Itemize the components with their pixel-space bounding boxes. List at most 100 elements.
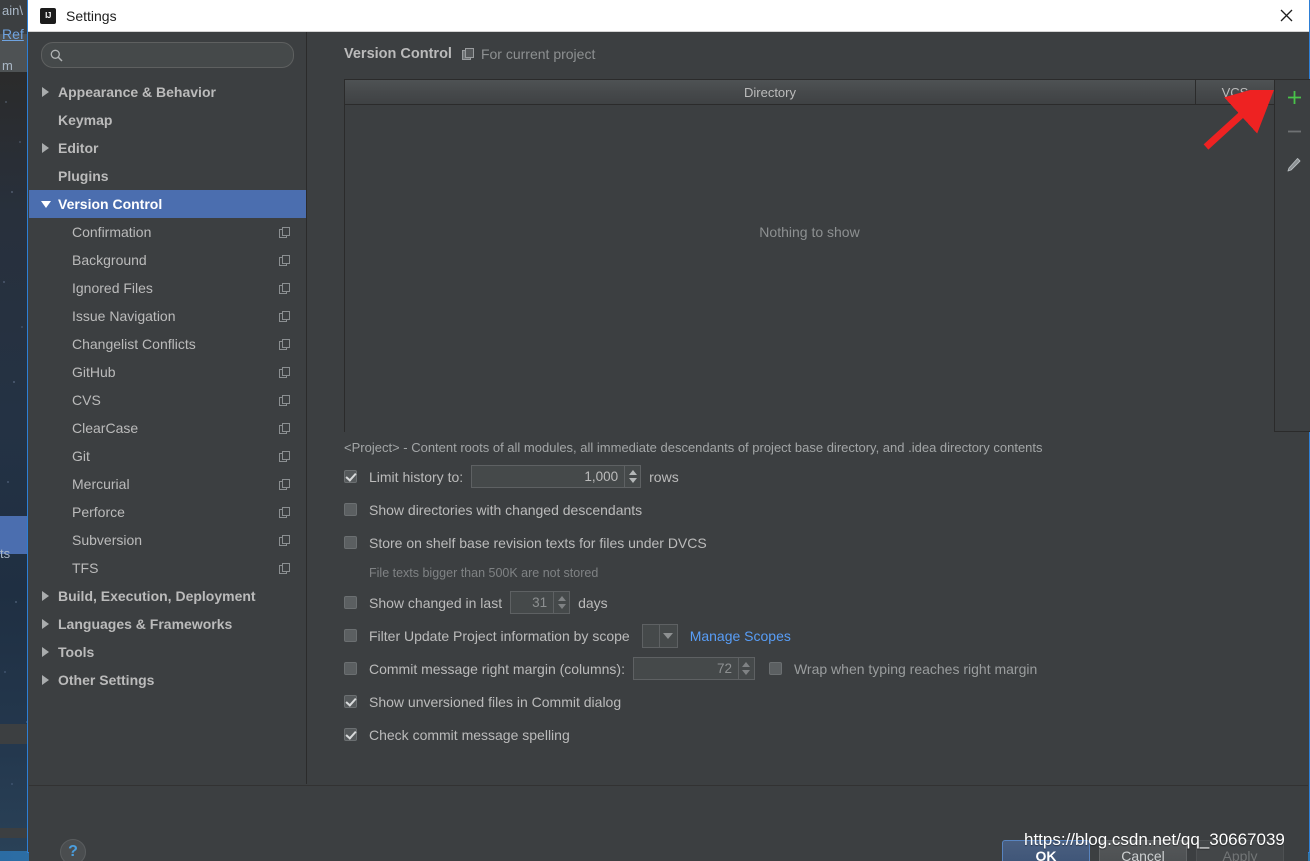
sidebar-item-git[interactable]: Git [29, 442, 306, 470]
watermark-url: https://blog.csdn.net/qq_30667039 [1024, 830, 1285, 849]
column-header-vcs[interactable]: VCS [1196, 80, 1274, 104]
sidebar-item-label: ClearCase [72, 420, 139, 436]
show-changed-descendants-label: Show directories with changed descendant… [369, 501, 643, 518]
chevron-up-icon[interactable] [557, 596, 566, 601]
edit-button[interactable] [1275, 151, 1310, 179]
sidebar-item-label: Perforce [72, 504, 125, 520]
sidebar-item-label: Confirmation [72, 224, 152, 240]
chevron-right-icon[interactable] [41, 646, 52, 658]
sidebar-item-label: Subversion [72, 532, 143, 548]
project-hint-text: <Project> - Content roots of all modules… [344, 440, 1043, 455]
filter-scope-checkbox[interactable] [344, 629, 357, 642]
table-toolbar [1275, 79, 1310, 432]
copy-settings-icon[interactable] [279, 310, 291, 326]
column-header-directory[interactable]: Directory [345, 80, 1196, 104]
wrap-typing-checkbox[interactable] [768, 662, 782, 675]
main-panel: Version Control For current project Dire… [307, 32, 1310, 784]
chevron-down-icon[interactable] [742, 670, 751, 675]
sidebar-item-appearance-behavior[interactable]: Appearance & Behavior [29, 78, 306, 106]
search-container [29, 32, 306, 68]
chevron-up-icon[interactable] [742, 662, 751, 667]
copy-settings-icon[interactable] [279, 254, 291, 270]
limit-history-value[interactable]: 1,000 [472, 466, 624, 487]
table-header-row: Directory VCS [345, 80, 1274, 105]
table-body[interactable]: Nothing to show [345, 105, 1274, 432]
copy-settings-icon[interactable] [279, 394, 291, 410]
sidebar-item-background[interactable]: Background [29, 246, 306, 274]
chevron-right-icon[interactable] [41, 86, 52, 98]
search-box[interactable] [41, 42, 294, 68]
copy-settings-icon[interactable] [279, 226, 291, 242]
sidebar-item-label: CVS [72, 392, 101, 408]
manage-scopes-link[interactable]: Manage Scopes [690, 628, 791, 644]
chevron-down-icon[interactable] [41, 199, 52, 210]
sidebar-item-label: Changelist Conflicts [72, 336, 196, 352]
chevron-down-icon[interactable] [658, 624, 677, 647]
show-changed-last-value[interactable]: 31 [511, 592, 553, 613]
scope-select[interactable] [641, 623, 678, 648]
sidebar-item-build-execution-deployment[interactable]: Build, Execution, Deployment [29, 582, 306, 610]
copy-settings-icon[interactable] [279, 450, 291, 466]
limit-history-suffix: rows [649, 468, 679, 485]
commit-margin-stepper[interactable]: 72 [632, 657, 755, 680]
chevron-down-icon[interactable] [628, 478, 637, 483]
sidebar-item-changelist-conflicts[interactable]: Changelist Conflicts [29, 330, 306, 358]
copy-settings-icon[interactable] [279, 534, 291, 550]
sidebar-item-keymap[interactable]: Keymap [29, 106, 306, 134]
copy-settings-icon[interactable] [279, 478, 291, 494]
sidebar-item-label: Issue Navigation [72, 308, 176, 324]
commit-margin-stepper-arrows[interactable] [737, 658, 754, 679]
chevron-right-icon[interactable] [41, 590, 52, 602]
copy-settings-icon[interactable] [279, 562, 291, 578]
ide-text-fragment-ts: ts [0, 546, 11, 561]
sidebar-item-confirmation[interactable]: Confirmation [29, 218, 306, 246]
add-button[interactable] [1275, 83, 1310, 111]
sidebar-item-editor[interactable]: Editor [29, 134, 306, 162]
show-changed-last-stepper-arrows[interactable] [553, 592, 569, 613]
sidebar-item-label: TFS [72, 560, 99, 576]
copy-settings-icon[interactable] [279, 366, 291, 382]
sidebar-item-other-settings[interactable]: Other Settings [29, 666, 306, 694]
page-subtitle: For current project [480, 46, 596, 62]
chevron-up-icon[interactable] [628, 470, 637, 475]
help-question-icon[interactable]: ? [60, 839, 86, 861]
wrap-typing-label: Wrap when typing reaches right margin [793, 660, 1038, 677]
sidebar-item-github[interactable]: GitHub [29, 358, 306, 386]
copy-settings-icon[interactable] [279, 338, 291, 354]
sidebar-item-perforce[interactable]: Perforce [29, 498, 306, 526]
sidebar-item-version-control[interactable]: Version Control [29, 190, 306, 218]
sidebar-item-languages-frameworks[interactable]: Languages & Frameworks [29, 610, 306, 638]
store-shelf-checkbox[interactable] [344, 536, 357, 549]
chevron-right-icon[interactable] [41, 674, 52, 686]
commit-margin-value[interactable]: 72 [634, 658, 738, 679]
copy-settings-icon[interactable] [279, 506, 291, 522]
sidebar-item-tfs[interactable]: TFS [29, 554, 306, 582]
close-icon[interactable] [1263, 0, 1309, 30]
copy-settings-icon[interactable] [279, 422, 291, 438]
sidebar-item-issue-navigation[interactable]: Issue Navigation [29, 302, 306, 330]
sidebar-item-plugins[interactable]: Plugins [29, 162, 306, 190]
search-input[interactable] [63, 44, 293, 66]
show-changed-last-stepper[interactable]: 31 [510, 591, 571, 614]
chevron-right-icon[interactable] [41, 618, 52, 630]
limit-history-stepper[interactable]: 1,000 [471, 465, 642, 488]
sidebar-item-cvs[interactable]: CVS [29, 386, 306, 414]
copy-settings-icon[interactable] [279, 282, 291, 298]
directory-table: Directory VCS Nothing to show [344, 79, 1275, 432]
show-changed-descendants-checkbox[interactable] [344, 503, 357, 516]
sidebar-item-tools[interactable]: Tools [29, 638, 306, 666]
sidebar-item-ignored-files[interactable]: Ignored Files [29, 274, 306, 302]
chevron-right-icon[interactable] [41, 142, 52, 154]
limit-history-checkbox[interactable] [344, 470, 357, 483]
sidebar-item-subversion[interactable]: Subversion [29, 526, 306, 554]
check-spelling-checkbox[interactable] [344, 728, 357, 741]
limit-history-stepper-arrows[interactable] [624, 466, 640, 487]
option-check-spelling: Check commit message spelling [344, 718, 1298, 751]
sidebar-item-mercurial[interactable]: Mercurial [29, 470, 306, 498]
sidebar-item-clearcase[interactable]: ClearCase [29, 414, 306, 442]
show-changed-last-checkbox[interactable] [344, 596, 357, 609]
show-unversioned-checkbox[interactable] [344, 695, 357, 708]
commit-margin-checkbox[interactable] [344, 662, 357, 675]
chevron-down-icon[interactable] [557, 604, 566, 609]
sidebar-item-label: Background [72, 252, 147, 268]
